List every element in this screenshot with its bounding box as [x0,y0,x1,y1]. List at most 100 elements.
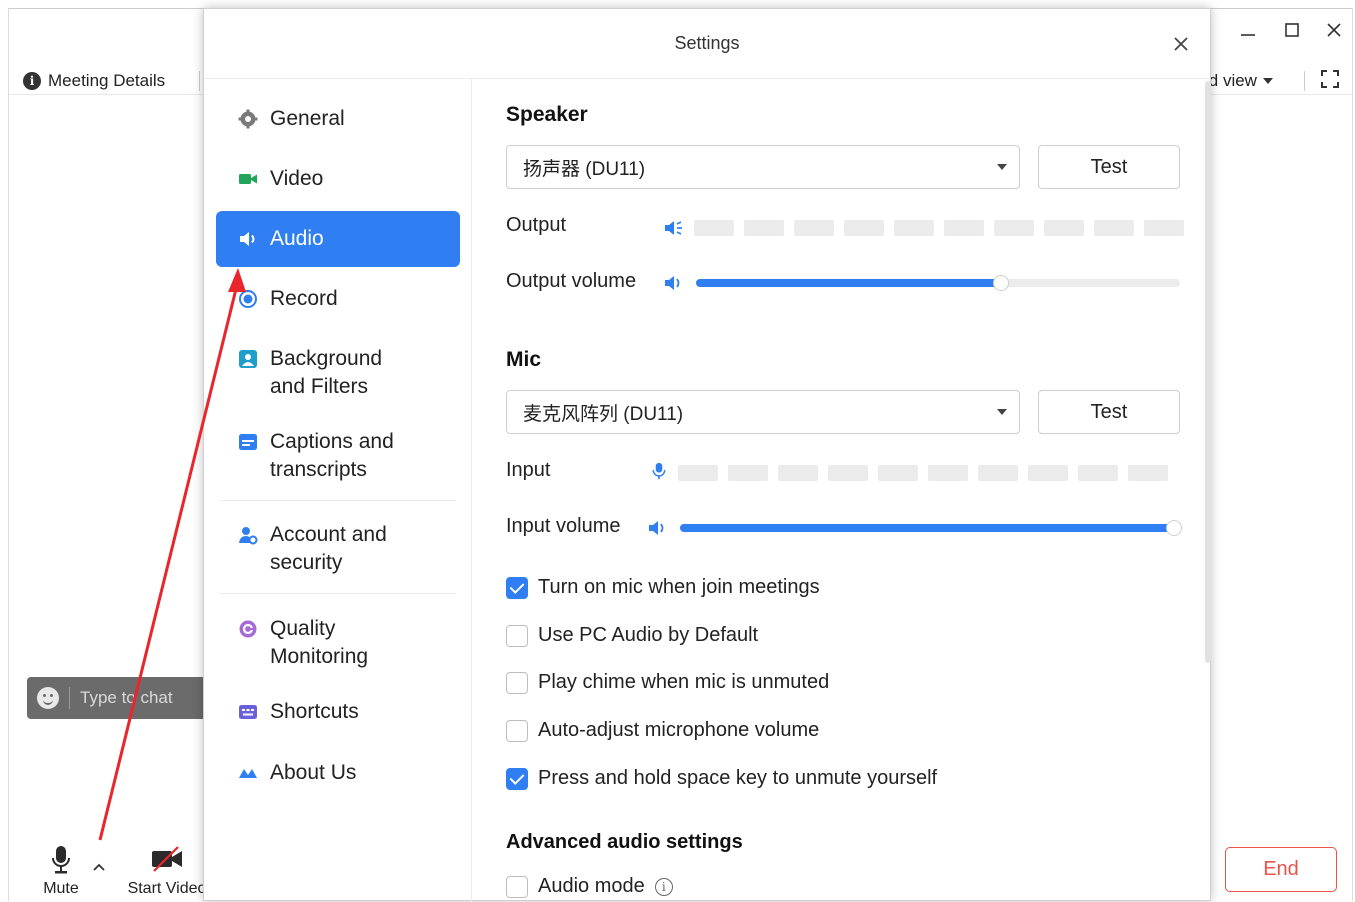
option-space-to-unmute[interactable]: Press and hold space key to unmute yours… [506,767,937,790]
option-audio-mode[interactable]: Audio mode i [506,875,673,898]
view-mode-dropdown[interactable]: id view [1205,71,1273,91]
option-auto-adjust-volume[interactable]: Auto-adjust microphone volume [506,719,819,742]
info-icon[interactable]: i [654,877,673,896]
dialog-title: Settings [674,33,740,53]
option-play-chime[interactable]: Play chime when mic is unmuted [506,671,829,694]
input-label: Input [506,459,551,481]
emoji-icon[interactable] [37,687,59,709]
checkbox[interactable] [506,767,528,790]
fullscreen-icon[interactable] [1320,69,1340,89]
speaker-icon [240,232,255,246]
input-volume-slider[interactable] [680,520,1182,536]
option-pc-audio-default[interactable]: Use PC Audio by Default [506,624,758,647]
checkbox[interactable] [506,624,528,647]
input-level-meter [678,465,1168,481]
speaker-select-value: 扬声器 (DU11) [523,158,646,180]
chevron-down-icon [997,409,1007,415]
gear-icon [238,109,258,129]
sidebar-item-label: Shortcuts [270,700,359,723]
window-close-icon[interactable] [1325,21,1343,39]
toolbar-divider [199,71,200,91]
meeting-details-button[interactable]: i Meeting Details [23,71,165,91]
sidebar-item-video[interactable]: Video [216,165,460,193]
option-label: Press and hold space key to unmute yours… [538,767,938,789]
meeting-details-label: Meeting Details [48,71,166,90]
sidebar-item-account-security[interactable]: Account and security [216,521,460,577]
output-level-meter [694,220,1184,236]
start-video-button[interactable]: Start Video [117,845,217,898]
sidebar-item-about-us[interactable]: About Us [216,759,460,787]
end-meeting-button[interactable]: End [1225,847,1337,892]
mic-section-title: Mic [506,348,542,371]
close-icon[interactable] [1172,35,1190,53]
video-camera-icon [239,174,257,184]
checkbox[interactable] [506,719,528,742]
chat-input[interactable]: Type to chat [27,677,213,719]
volume-icon [665,276,680,290]
input-volume-label: Input volume [506,515,621,537]
input-volume-thumb[interactable] [1166,520,1182,536]
sidebar-item-label: Quality Monitoring [270,617,369,668]
mic-test-button[interactable]: Test [1038,390,1180,434]
sidebar-item-general[interactable]: General [216,105,460,133]
sidebar-item-background[interactable]: Background and Filters [216,345,460,401]
account-security-icon [239,527,258,545]
input-volume-fill [680,524,1174,532]
sidebar-item-captions[interactable]: Captions and transcripts [216,428,460,484]
output-volume-label: Output volume [506,270,637,292]
mic-select-value: 麦克风阵列 (DU11) [523,403,684,425]
output-volume-fill [696,279,1001,287]
chevron-down-icon [997,164,1007,170]
captions-icon [239,434,257,450]
sidebar-item-shortcuts[interactable]: Shortcuts [216,698,460,726]
quality-icon [239,620,257,638]
option-mic-on-join[interactable]: Turn on mic when join meetings [506,576,820,599]
output-volume-slider[interactable] [696,275,1180,291]
option-label: Play chime when mic is unmuted [538,671,830,693]
volume-icon [649,521,664,535]
speaker-test-button[interactable]: Test [1038,145,1180,189]
sidebar-item-label: Audio [270,227,324,250]
keyboard-icon [239,705,257,719]
minimize-icon[interactable] [1239,23,1257,41]
microphone-icon [652,462,666,480]
option-label: Auto-adjust microphone volume [538,719,820,741]
checkbox[interactable] [506,576,528,599]
scrollbar[interactable] [1205,81,1211,663]
option-label: Turn on mic when join meetings [538,576,820,598]
sidebar-item-label: General [270,107,345,130]
chevron-down-icon [1262,78,1273,84]
info-icon: i [23,72,41,90]
chat-divider [69,687,70,709]
audio-settings-panel: Speaker 扬声器 (DU11) Test Output Output vo… [472,79,1210,902]
checkbox[interactable] [506,875,528,898]
mic-select[interactable]: 麦克风阵列 (DU11) [506,390,1020,434]
sidebar-item-audio[interactable]: Audio [216,211,460,267]
about-icon [239,769,257,778]
chevron-up-icon[interactable] [91,861,107,873]
settings-sidebar: General Video Audio Record Background and… [204,79,472,902]
maximize-icon[interactable] [1283,21,1301,39]
sidebar-item-label: Video [270,167,324,190]
sidebar-item-label: Record [270,287,338,310]
sidebar-divider [220,593,456,594]
sidebar-item-record[interactable]: Record [216,285,460,313]
output-volume-thumb[interactable] [992,275,1009,291]
sidebar-divider [220,500,456,501]
sidebar-item-label: Background and Filters [270,347,383,398]
video-off-icon [152,846,182,872]
checkbox[interactable] [506,671,528,694]
sidebar-item-label: About Us [270,761,357,784]
mute-button[interactable]: Mute [33,845,89,898]
record-icon [239,290,257,308]
mute-label: Mute [43,880,79,897]
option-label: Audio mode [538,875,645,897]
speaker-select[interactable]: 扬声器 (DU11) [506,145,1020,189]
speaker-section-title: Speaker [506,103,588,126]
start-video-label: Start Video [127,880,207,897]
speaker-output-icon [665,221,682,235]
sidebar-item-label: Captions and transcripts [270,430,394,481]
view-mode-label: id view [1205,71,1257,90]
sidebar-item-label: Account and security [270,523,387,574]
sidebar-item-quality-monitoring[interactable]: Quality Monitoring [216,615,460,671]
